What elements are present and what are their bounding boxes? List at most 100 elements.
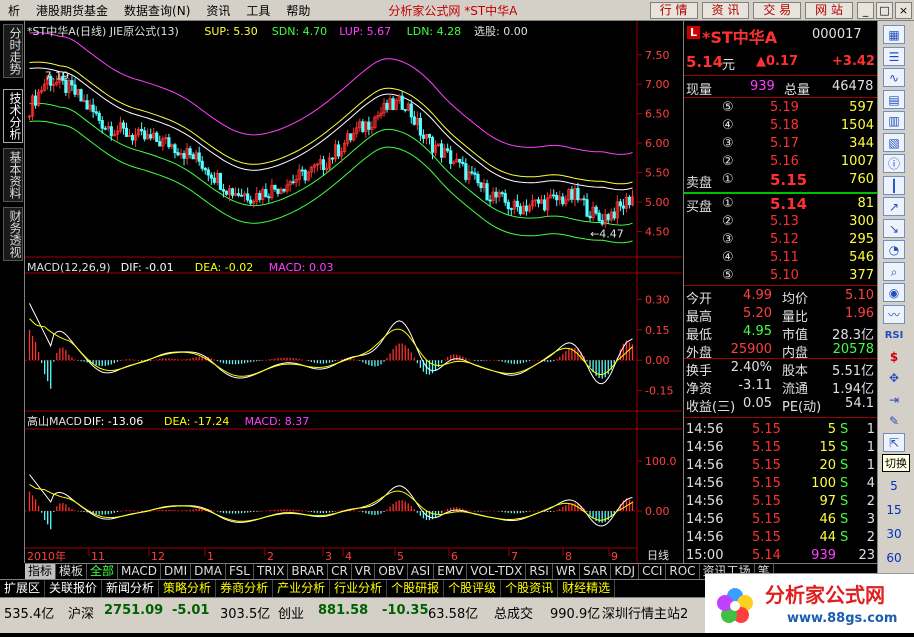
indicator-tab[interactable]: SAR [580, 564, 612, 579]
candle [309, 165, 313, 178]
stat-row: 最低 4.95 市值 28.3亿 [684, 324, 878, 343]
candle-icon[interactable]: ┃ [883, 175, 905, 195]
cycle-button[interactable]: ⇱ [883, 433, 905, 452]
candle [591, 201, 595, 221]
top-button[interactable]: 网 站 [805, 1, 853, 19]
category-tab[interactable]: 个股资讯 [501, 580, 559, 597]
pie-icon[interactable]: ◔ [883, 240, 905, 259]
candle [30, 93, 35, 121]
chart-line-icon[interactable]: ∿ [883, 68, 905, 87]
chart-down-icon[interactable]: ↘ [883, 218, 905, 238]
menu-item[interactable]: 析 [0, 2, 28, 19]
dollar-icon[interactable]: $ [883, 348, 905, 367]
tick-count: 1 [866, 440, 875, 455]
left-tab[interactable]: 分时走势 [3, 24, 23, 78]
indicator-tab[interactable]: 模板 [56, 564, 88, 579]
indicator-tab[interactable]: BRAR [288, 564, 329, 579]
indicator-tab[interactable]: MACD [118, 564, 162, 579]
search-icon[interactable]: ⌕ [883, 261, 905, 281]
maximize-icon[interactable]: □ [876, 1, 893, 19]
indicator-tab[interactable]: VR [352, 564, 376, 579]
candle [630, 189, 635, 207]
category-tab[interactable]: 扩展区 [0, 580, 46, 597]
category-tab[interactable]: 券商分析 [216, 580, 274, 597]
move-icon[interactable]: ✥ [883, 369, 905, 388]
y-tick-label: 4.50 [645, 226, 670, 239]
candle [194, 149, 198, 164]
category-tab[interactable]: 行业分析 [330, 580, 388, 597]
y-tick-label: 5.50 [645, 167, 670, 180]
top-button[interactable]: 交 易 [753, 1, 802, 19]
indicator-tab[interactable]: FSL [226, 564, 254, 579]
period-button[interactable]: 30 [883, 525, 905, 544]
rsi-icon[interactable]: RSI [883, 326, 905, 345]
category-tab[interactable]: 关联报价 [45, 580, 103, 597]
category-tab[interactable]: 新闻分析 [102, 580, 160, 597]
table-icon[interactable]: ▦ [883, 25, 905, 44]
indicator-tab[interactable]: WR [553, 564, 581, 579]
bar-chart-icon[interactable]: ▥ [883, 111, 905, 130]
candle [552, 189, 556, 199]
period-button[interactable]: 5 [883, 477, 905, 496]
chart-area[interactable]: 7.50 7.00 6.50 6.00 5.50 5.00 4.50 0.30 0.15 0.00… [25, 21, 682, 563]
menu-item[interactable]: 数据查询(N) [116, 2, 198, 19]
info-icon[interactable]: ⓘ [883, 154, 905, 173]
candle [212, 172, 216, 185]
indicator-tab[interactable]: CCI [639, 564, 667, 579]
category-tab[interactable]: 个股研报 [387, 580, 445, 597]
indicator-tab[interactable]: ASI [408, 564, 435, 579]
category-tab[interactable]: 产业分析 [273, 580, 331, 597]
price-change-pct: +3.42 [832, 54, 875, 69]
chart-svg[interactable]: 7.50 7.00 6.50 6.00 5.50 5.00 4.50 0.30 0.15 0.00… [25, 21, 682, 563]
minimize-icon[interactable]: _ [857, 1, 874, 19]
indicator-tab[interactable]: DMA [191, 564, 226, 579]
menu-item[interactable]: 资讯 [198, 2, 238, 19]
left-tab[interactable]: 基本资料 [3, 148, 23, 202]
magnifier-icon[interactable]: ◉ [883, 283, 905, 302]
top-button[interactable]: 行 情 [649, 1, 698, 19]
tick-time: 14:56 [686, 422, 724, 437]
left-tab[interactable]: 财务透视 [3, 207, 23, 261]
chart-up-icon[interactable]: ↗ [883, 197, 905, 216]
document-icon[interactable]: ▧ [883, 132, 905, 152]
tick-time: 14:56 [686, 494, 724, 509]
candle [518, 203, 522, 216]
candle [524, 199, 529, 216]
indicator-tab[interactable]: TRIX [254, 564, 289, 579]
indicator-tab[interactable]: CR [328, 564, 352, 579]
indicator-tab[interactable]: OBV [375, 564, 408, 579]
pencil-icon[interactable]: ✎ [883, 412, 905, 431]
indicator-tab[interactable]: ROC [666, 564, 700, 579]
asks-row: ⑤ 5.19 597 [684, 100, 878, 118]
period-button[interactable]: 15 [883, 501, 905, 520]
indicator-tab[interactable]: RSI [526, 564, 553, 579]
month-label: 1 [207, 550, 214, 563]
bids-volume: 546 [849, 250, 874, 265]
close-icon[interactable]: × [895, 1, 912, 19]
menu-item[interactable]: 港股期货基金 [28, 2, 116, 19]
indicator-tab[interactable]: KDJ [611, 564, 640, 579]
category-tab[interactable]: 财经精选 [558, 580, 616, 597]
level-icon: ① [722, 172, 734, 187]
period-button[interactable]: 60 [883, 549, 905, 568]
month-label: 5 [397, 550, 404, 563]
left-tab[interactable]: 技术分析 [3, 89, 23, 143]
indicator-tab[interactable]: EMV [434, 564, 468, 579]
export-icon[interactable]: ⇥ [883, 391, 905, 410]
menu-item[interactable]: 工具 [238, 2, 278, 19]
top-button[interactable]: 资 讯 [701, 1, 750, 19]
bids-row: ④ 5.11 546 [684, 250, 878, 268]
indicator-tab[interactable]: 指标 [25, 564, 57, 579]
category-tab[interactable]: 个股评级 [444, 580, 502, 597]
list-icon[interactable]: ☰ [883, 46, 905, 66]
menu-item[interactable]: 帮助 [278, 2, 318, 19]
category-tab[interactable]: 策略分析 [159, 580, 217, 597]
indicator-tab[interactable]: DMI [161, 564, 192, 579]
candle [521, 201, 526, 215]
wave-icon[interactable]: 〰 [883, 304, 905, 324]
indicator-tab[interactable]: 全部 [87, 564, 119, 579]
grid-icon[interactable]: ▤ [883, 89, 905, 109]
indicator-tab[interactable]: VOL-TDX [467, 564, 527, 579]
candle [103, 125, 107, 131]
asks-volume: 1504 [840, 118, 874, 133]
